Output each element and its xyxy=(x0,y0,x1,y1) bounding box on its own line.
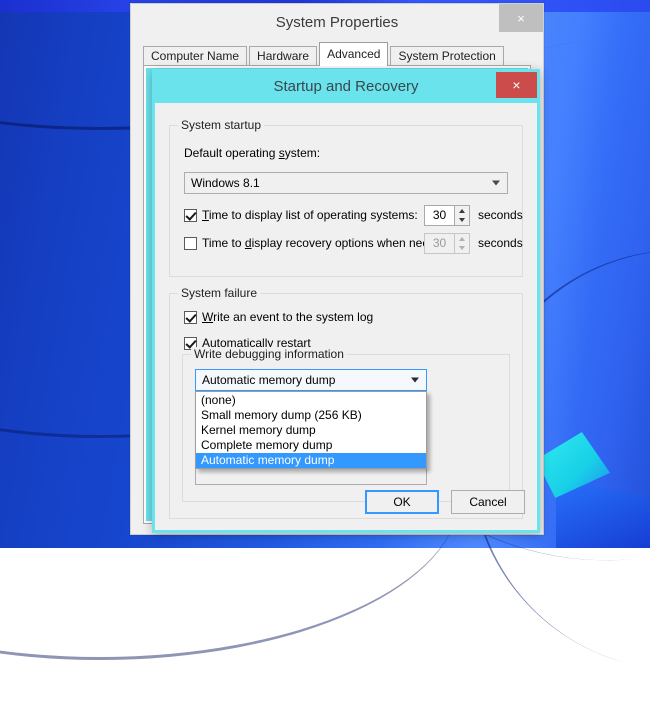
system-failure-group: System failure Write an event to the sys… xyxy=(169,286,523,519)
timeout-recovery-stepper: 30 xyxy=(424,233,470,254)
timeout-recovery-row: Time to display recovery options when ne… xyxy=(184,234,452,252)
tab-hardware[interactable]: Hardware xyxy=(249,46,318,66)
timeout-os-value[interactable]: 30 xyxy=(424,205,454,226)
timeout-os-unit: seconds xyxy=(478,208,523,222)
startup-recovery-body: System startup Default operating system:… xyxy=(155,103,537,530)
default-os-value: Windows 8.1 xyxy=(191,176,260,190)
dump-type-value: Automatic memory dump xyxy=(202,373,336,387)
stepper-up-icon xyxy=(455,234,469,244)
tab-system-protection[interactable]: System Protection xyxy=(390,46,504,66)
dump-type-combobox[interactable]: Automatic memory dump xyxy=(195,369,427,391)
dump-type-dropdown-list[interactable]: (none) Small memory dump (256 KB) Kernel… xyxy=(195,391,427,469)
stepper-down-icon[interactable] xyxy=(455,216,469,226)
system-properties-tabstrip: Computer Name Hardware Advanced System P… xyxy=(143,42,531,88)
startup-recovery-title: Startup and Recovery xyxy=(273,78,419,95)
tab-computer-name[interactable]: Computer Name xyxy=(143,46,248,66)
close-icon[interactable]: × xyxy=(496,72,537,98)
write-debugging-group: Write debugging information Automatic me… xyxy=(182,347,510,502)
write-debugging-group-label: Write debugging information xyxy=(191,347,347,361)
chevron-down-icon xyxy=(411,377,419,383)
write-event-checkbox[interactable] xyxy=(184,310,197,324)
default-os-combobox[interactable]: Windows 8.1 xyxy=(184,172,508,194)
write-event-row: Write an event to the system log xyxy=(184,308,373,326)
chevron-down-icon xyxy=(492,180,500,186)
tab-advanced[interactable]: Advanced xyxy=(319,42,389,66)
timeout-recovery-value: 30 xyxy=(424,233,454,254)
dropdown-option-automatic-memory-dump[interactable]: Automatic memory dump xyxy=(196,453,426,468)
timeout-recovery-unit: seconds xyxy=(478,236,523,250)
timeout-recovery-label: Time to display recovery options when ne… xyxy=(202,236,453,250)
system-failure-group-label: System failure xyxy=(178,286,261,300)
dropdown-option-kernel-memory-dump[interactable]: Kernel memory dump xyxy=(196,423,426,438)
dropdown-option-none[interactable]: (none) xyxy=(196,393,426,408)
timeout-recovery-checkbox[interactable] xyxy=(184,236,197,250)
ok-button[interactable]: OK xyxy=(365,490,439,514)
timeout-os-label: Time to display list of operating system… xyxy=(202,208,418,222)
close-icon[interactable]: × xyxy=(499,4,543,32)
timeout-os-checkbox[interactable] xyxy=(184,208,197,222)
system-startup-group: System startup Default operating system:… xyxy=(169,118,523,277)
timeout-recovery-stepper-buttons xyxy=(454,233,470,254)
system-startup-group-label: System startup xyxy=(178,118,265,132)
system-properties-title: System Properties xyxy=(275,14,399,31)
timeout-os-row: Time to display list of operating system… xyxy=(184,206,418,224)
timeout-os-stepper[interactable]: 30 xyxy=(424,205,470,226)
timeout-os-stepper-buttons[interactable] xyxy=(454,205,470,226)
write-event-label: Write an event to the system log xyxy=(202,310,374,324)
stepper-down-icon xyxy=(455,244,469,254)
startup-and-recovery-dialog: Startup and Recovery × System startup De… xyxy=(152,69,540,533)
system-properties-titlebar: System Properties × xyxy=(131,4,543,42)
startup-recovery-titlebar: Startup and Recovery × xyxy=(155,72,537,103)
dropdown-option-complete-memory-dump[interactable]: Complete memory dump xyxy=(196,438,426,453)
stepper-up-icon[interactable] xyxy=(455,206,469,216)
cancel-button[interactable]: Cancel xyxy=(451,490,525,514)
default-os-label: Default operating system: xyxy=(184,146,321,160)
dropdown-option-small-memory-dump[interactable]: Small memory dump (256 KB) xyxy=(196,408,426,423)
